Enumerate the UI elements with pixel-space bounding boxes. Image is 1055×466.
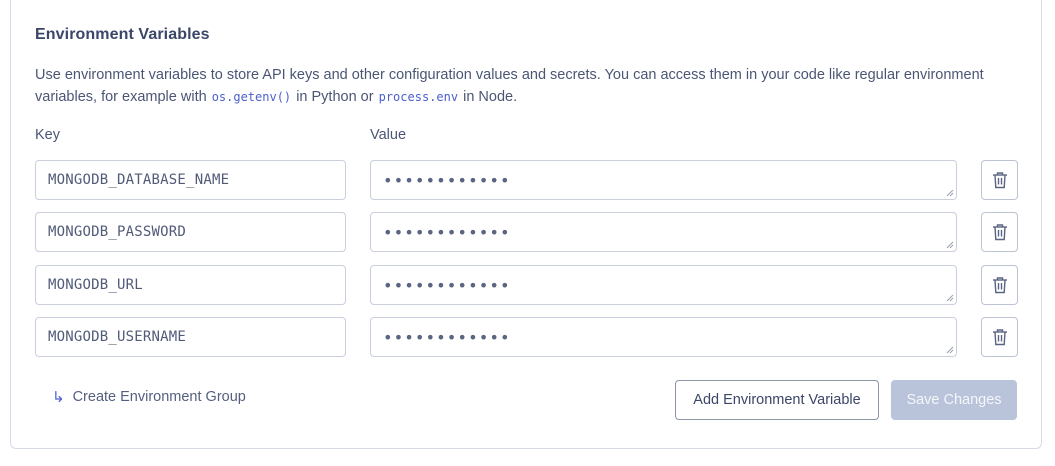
- env-value-masked: ••••••••••••: [383, 170, 511, 190]
- env-value-masked: ••••••••••••: [383, 327, 511, 347]
- resize-handle-icon[interactable]: [946, 189, 954, 197]
- code-process-env: process.env: [378, 90, 459, 104]
- save-changes-button[interactable]: Save Changes: [891, 380, 1017, 420]
- env-value-input[interactable]: ••••••••••••: [370, 317, 957, 357]
- env-var-row: MONGODB_URL ••••••••••••: [35, 265, 1018, 305]
- delete-variable-button[interactable]: [981, 212, 1018, 252]
- section-description: Use environment variables to store API k…: [35, 64, 1025, 108]
- delete-variable-button[interactable]: [981, 265, 1018, 305]
- create-environment-group-link[interactable]: ↳ Create Environment Group: [52, 389, 246, 405]
- env-value-input[interactable]: ••••••••••••: [370, 265, 957, 305]
- resize-handle-icon[interactable]: [946, 346, 954, 354]
- env-var-row: MONGODB_DATABASE_NAME ••••••••••••: [35, 160, 1018, 200]
- resize-handle-icon[interactable]: [946, 294, 954, 302]
- add-environment-variable-button[interactable]: Add Environment Variable: [675, 380, 879, 420]
- env-value-masked: ••••••••••••: [383, 275, 511, 295]
- return-arrow-icon: ↳: [52, 388, 65, 406]
- env-value-input[interactable]: ••••••••••••: [370, 160, 957, 200]
- trash-icon: [992, 329, 1007, 346]
- env-key-input[interactable]: MONGODB_URL: [35, 265, 346, 305]
- env-key-input[interactable]: MONGODB_DATABASE_NAME: [35, 160, 346, 200]
- create-environment-group-label: Create Environment Group: [72, 389, 246, 405]
- env-key-input[interactable]: MONGODB_PASSWORD: [35, 212, 346, 252]
- trash-icon: [992, 277, 1007, 294]
- delete-variable-button[interactable]: [981, 317, 1018, 357]
- env-var-row: MONGODB_USERNAME ••••••••••••: [35, 317, 1018, 357]
- description-text: in Node.: [459, 89, 518, 105]
- env-var-row: MONGODB_PASSWORD ••••••••••••: [35, 212, 1018, 252]
- resize-handle-icon[interactable]: [946, 241, 954, 249]
- section-title: Environment Variables: [35, 26, 210, 43]
- description-text: in Python or: [292, 89, 378, 105]
- value-column-label: Value: [370, 127, 407, 143]
- env-key-input[interactable]: MONGODB_USERNAME: [35, 317, 346, 357]
- env-value-masked: ••••••••••••: [383, 222, 511, 242]
- trash-icon: [992, 172, 1007, 189]
- delete-variable-button[interactable]: [981, 160, 1018, 200]
- code-os-getenv: os.getenv(): [211, 90, 292, 104]
- env-value-input[interactable]: ••••••••••••: [370, 212, 957, 252]
- key-column-label: Key: [35, 127, 60, 143]
- trash-icon: [992, 224, 1007, 241]
